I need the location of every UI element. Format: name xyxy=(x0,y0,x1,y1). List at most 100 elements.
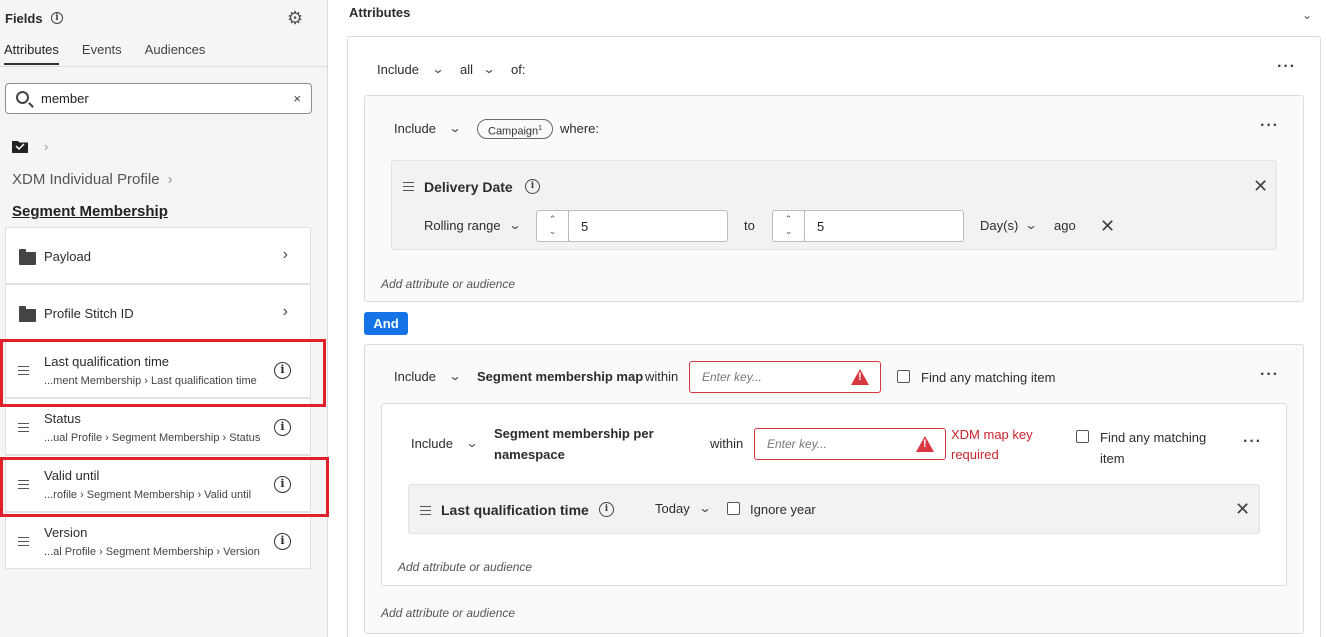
search-field[interactable]: member × xyxy=(5,83,312,114)
campaign-pill[interactable]: Campaign1 xyxy=(477,119,554,139)
clear-search-icon[interactable]: × xyxy=(293,91,301,106)
list-item-label: Payload xyxy=(44,249,91,264)
drag-handle-icon[interactable] xyxy=(18,537,29,549)
fields-info-icon[interactable]: i xyxy=(51,12,63,24)
include-dropdown[interactable]: Include xyxy=(394,369,436,384)
include-dropdown[interactable]: Include xyxy=(394,121,436,136)
tab-events[interactable]: Events xyxy=(82,42,122,65)
quantifier-dropdown[interactable]: all xyxy=(460,62,473,77)
to-stepper[interactable]: ⌃ ⌄ xyxy=(772,210,805,242)
chevron-down-icon[interactable]: ⌄ xyxy=(508,218,521,232)
add-attribute-link[interactable]: Add attribute or audience xyxy=(381,606,515,620)
chevron-down-icon[interactable]: ⌄ xyxy=(431,62,444,76)
list-item-profile-stitch-id[interactable]: Profile Stitch ID › xyxy=(5,284,311,341)
from-value-input[interactable]: 5 xyxy=(568,210,728,242)
search-icon xyxy=(16,91,29,104)
chevron-down-icon[interactable]: ⌄ xyxy=(482,62,495,76)
find-any-label: Find any matching xyxy=(1100,430,1207,445)
condition-title: Last qualification time xyxy=(441,502,589,518)
more-options-icon[interactable]: ··· xyxy=(1243,433,1262,451)
namespace-key-input[interactable]: Enter key... xyxy=(754,428,946,460)
settings-gear-icon[interactable]: ⚙ xyxy=(287,9,303,27)
chevron-right-icon[interactable]: › xyxy=(283,303,288,321)
find-any-checkbox[interactable] xyxy=(1076,430,1089,443)
error-message: XDM map key xyxy=(951,427,1033,442)
list-item-payload[interactable]: Payload › xyxy=(5,227,311,284)
fields-panel: Fields i ⚙ Attributes Events Audiences m… xyxy=(0,0,329,637)
chevron-down-icon[interactable]: ⌄ xyxy=(448,369,461,383)
search-input[interactable]: member xyxy=(41,91,89,106)
list-item-label: Version xyxy=(44,525,88,540)
attributes-title: Attributes xyxy=(349,5,411,20)
list-item-label: Status xyxy=(44,411,81,426)
input-placeholder: Enter key... xyxy=(702,370,762,384)
and-operator-button[interactable]: And xyxy=(364,312,408,335)
breadcrumb-xdm-profile[interactable]: XDM Individual Profile › xyxy=(12,171,173,188)
list-item-path: ...ual Profile › Segment Membership › St… xyxy=(44,432,261,444)
more-options-icon[interactable]: ··· xyxy=(1277,58,1296,76)
operator-dropdown[interactable]: Today xyxy=(655,501,690,516)
chevron-down-icon[interactable]: ⌄ xyxy=(1024,218,1037,232)
breadcrumb-chevron-icon: › xyxy=(44,139,49,154)
where-label: where: xyxy=(560,121,600,136)
ignore-year-label: Ignore year xyxy=(750,502,816,517)
more-options-icon[interactable]: ··· xyxy=(1260,366,1279,384)
chevron-down-icon[interactable]: ⌄ xyxy=(698,501,711,515)
find-any-checkbox[interactable] xyxy=(897,370,910,383)
tab-audiences[interactable]: Audiences xyxy=(145,42,206,65)
collapse-chevron-icon[interactable]: ⌄ xyxy=(1302,8,1312,22)
info-icon[interactable]: i xyxy=(525,179,540,194)
chevron-right-icon: › xyxy=(167,171,173,188)
namespace-attribute-name: Segment membership per xyxy=(494,426,654,441)
warning-icon xyxy=(916,436,934,452)
ago-label: ago xyxy=(1054,218,1076,233)
condition-title: Delivery Date xyxy=(424,179,513,195)
chevron-down-icon[interactable]: ⌄ xyxy=(448,121,461,135)
input-placeholder: Enter key... xyxy=(767,437,827,451)
folder-icon xyxy=(19,306,36,322)
tabs-divider xyxy=(0,66,328,67)
drag-handle-icon[interactable] xyxy=(420,506,431,518)
root-folder-icon[interactable] xyxy=(12,139,28,153)
include-dropdown[interactable]: Include xyxy=(411,436,453,451)
folder-icon xyxy=(19,249,36,265)
chevron-down-icon[interactable]: ⌄ xyxy=(465,436,478,450)
pill-label: Campaign xyxy=(488,125,539,138)
include-dropdown[interactable]: Include xyxy=(377,62,419,77)
ignore-year-checkbox[interactable] xyxy=(727,502,740,515)
close-icon[interactable]: ✕ xyxy=(1253,177,1268,195)
operator-dropdown[interactable]: Rolling range xyxy=(424,218,501,233)
close-icon[interactable]: ✕ xyxy=(1235,500,1250,518)
remove-icon[interactable]: ✕ xyxy=(1100,217,1115,235)
info-icon[interactable]: i xyxy=(274,419,291,436)
highlight-box xyxy=(0,339,326,407)
add-attribute-link[interactable]: Add attribute or audience xyxy=(381,277,515,291)
drag-handle-icon[interactable] xyxy=(18,423,29,435)
fields-title: Fields xyxy=(5,11,43,26)
list-item-path: ...al Profile › Segment Membership › Ver… xyxy=(44,546,260,558)
unit-dropdown[interactable]: Day(s) xyxy=(980,218,1018,233)
info-icon[interactable]: i xyxy=(274,533,291,550)
info-icon[interactable]: i xyxy=(599,502,614,517)
map-key-input[interactable]: Enter key... xyxy=(689,361,881,393)
error-message-cont: required xyxy=(951,447,999,462)
breadcrumb-label: XDM Individual Profile xyxy=(12,171,160,188)
add-attribute-link[interactable]: Add attribute or audience xyxy=(398,560,532,574)
within-label: within xyxy=(645,369,679,384)
find-any-label-cont: item xyxy=(1100,451,1125,466)
drag-handle-icon[interactable] xyxy=(403,182,414,194)
list-item-label: Profile Stitch ID xyxy=(44,306,134,321)
list-item-version[interactable]: Version ...al Profile › Segment Membersh… xyxy=(5,512,311,569)
from-stepper[interactable]: ⌃ ⌄ xyxy=(536,210,569,242)
chevron-right-icon[interactable]: › xyxy=(283,246,288,264)
find-any-label: Find any matching item xyxy=(921,370,1056,385)
fields-tabs: Attributes Events Audiences xyxy=(4,42,205,65)
tab-attributes[interactable]: Attributes xyxy=(4,42,59,65)
current-folder-title: Segment Membership xyxy=(12,203,168,220)
to-label: to xyxy=(744,218,755,233)
attributes-panel: Attributes ⌄ Include ⌄ all ⌄ of: ··· Inc… xyxy=(329,0,1326,637)
pill-count: 1 xyxy=(538,125,543,132)
more-options-icon[interactable]: ··· xyxy=(1260,117,1279,135)
warning-icon xyxy=(851,369,869,385)
to-value-input[interactable]: 5 xyxy=(804,210,964,242)
